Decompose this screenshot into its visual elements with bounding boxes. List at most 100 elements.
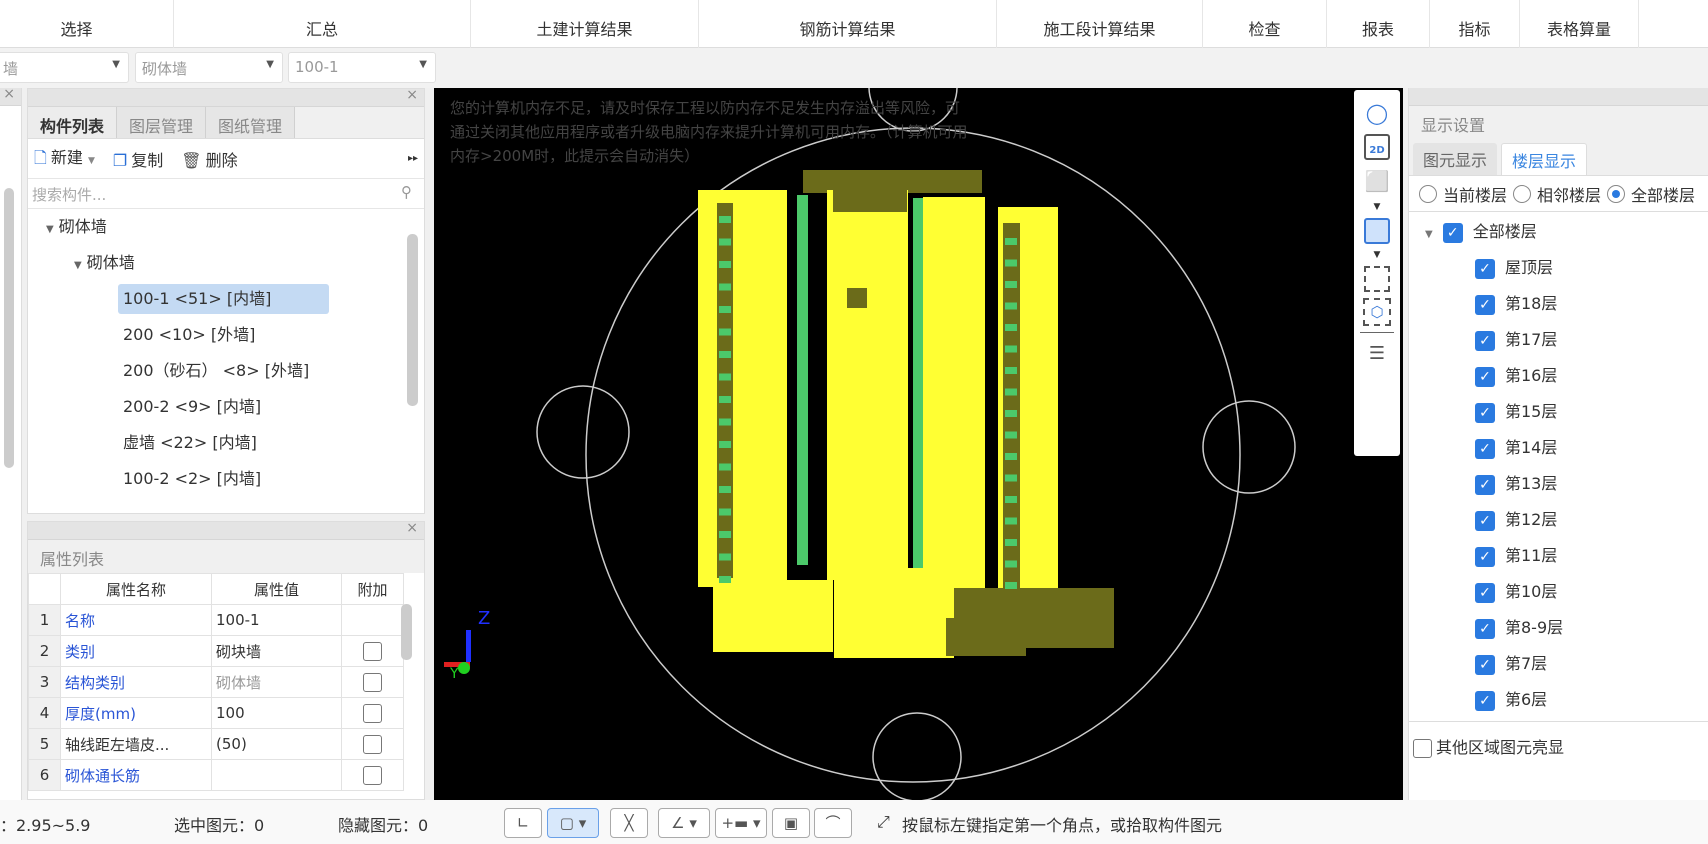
tab-drawing-management[interactable]: 图纸管理 (206, 107, 296, 138)
tab-element-display[interactable]: 图元显示 (1413, 143, 1498, 175)
tree-node-root[interactable]: ▼ 砌体墙 (28, 209, 424, 245)
caret-down-icon[interactable]: ▼ (74, 260, 82, 271)
tree-item[interactable]: 200（砂石） <8> [外墙] (28, 353, 424, 389)
floor-item[interactable]: ✓ 第6层 (1409, 682, 1708, 718)
component-dropdown[interactable]: 100-1 ▼ (288, 52, 436, 83)
chevron-down-icon[interactable]: ▼ (1374, 202, 1381, 212)
floor-root[interactable]: ▼ ✓ 全部楼层 (1409, 214, 1708, 250)
attach-checkbox[interactable] (363, 765, 382, 785)
ribbon-tab-select[interactable]: 选择 (0, 0, 174, 48)
snap-icon[interactable]: ▣ (772, 808, 810, 838)
floor-item[interactable]: ✓ 第15层 (1409, 394, 1708, 430)
3d-box-icon[interactable]: ⬜ (1362, 166, 1392, 196)
floor-item[interactable]: ✓ 第10层 (1409, 574, 1708, 610)
ribbon-tab-report[interactable]: 报表 (1327, 0, 1430, 48)
orbit-handle-bottom[interactable] (872, 712, 962, 800)
ribbon-tab-stage-results[interactable]: 施工段计算结果 (997, 0, 1203, 48)
floor-item[interactable]: ✓ 第13层 (1409, 466, 1708, 502)
orbit-handle-right[interactable] (1202, 400, 1296, 494)
checkbox-checked[interactable]: ✓ (1475, 582, 1495, 603)
display-list-icon[interactable]: ☰ (1362, 339, 1392, 369)
tab-component-list[interactable]: 构件列表 (28, 107, 118, 138)
caret-down-icon[interactable]: ▼ (46, 224, 54, 235)
checkbox-checked[interactable]: ✓ (1475, 690, 1495, 711)
chevron-down-icon[interactable]: ▼ (1374, 250, 1381, 260)
close-icon[interactable]: × (406, 87, 418, 103)
fit-view-icon[interactable] (1364, 266, 1390, 292)
checkbox-checked[interactable]: ✓ (1475, 510, 1495, 531)
checkbox-checked[interactable]: ✓ (1475, 654, 1495, 675)
checkbox-checked[interactable]: ✓ (1475, 258, 1495, 279)
floor-item[interactable]: ✓ 第14层 (1409, 430, 1708, 466)
checkbox-checked[interactable]: ✓ (1442, 222, 1463, 243)
checkbox-checked[interactable]: ✓ (1475, 546, 1495, 567)
arc-icon[interactable]: ⌒ (814, 808, 852, 838)
search-input[interactable]: 搜索构件... ⚲ (28, 179, 424, 209)
ribbon-tab-index[interactable]: 指标 (1430, 0, 1520, 48)
checkbox-checked[interactable]: ✓ (1475, 366, 1495, 387)
floor-item[interactable]: ✓ 第8-9层 (1409, 610, 1708, 646)
property-value[interactable]: 100 (211, 697, 342, 729)
ribbon-tab-check[interactable]: 检查 (1203, 0, 1327, 48)
close-icon[interactable]: × (406, 522, 418, 536)
delete-button[interactable]: 🗑 删除 (181, 147, 237, 171)
angle-icon[interactable]: ∠ ▾ (658, 808, 710, 838)
copy-button[interactable]: ❐ 复制 (113, 147, 163, 171)
floor-item[interactable]: ✓ 第12层 (1409, 502, 1708, 538)
checkbox-checked[interactable]: ✓ (1475, 294, 1495, 315)
type-dropdown[interactable]: 墙 ▼ (0, 52, 129, 83)
property-value[interactable]: 100-1 (211, 604, 342, 636)
ribbon-tab-summary[interactable]: 汇总 (174, 0, 471, 48)
checkbox-checked[interactable]: ✓ (1475, 618, 1495, 639)
property-value[interactable] (211, 759, 342, 791)
floor-item[interactable]: ✓ 屋顶层 (1409, 250, 1708, 286)
checkbox-checked[interactable]: ✓ (1475, 330, 1495, 351)
radio-all-floors[interactable] (1607, 184, 1626, 203)
scrollbar[interactable] (401, 604, 412, 660)
tree-item[interactable]: 虚墙 <22> [内墙] (28, 425, 424, 461)
model-canvas[interactable] (434, 88, 1403, 800)
highlight-other-option[interactable]: 其他区域图元亮显 (1409, 722, 1708, 758)
attach-checkbox[interactable] (363, 641, 382, 661)
attach-checkbox[interactable] (363, 672, 382, 692)
attach-checkbox[interactable] (363, 734, 382, 754)
checkbox-checked[interactable]: ✓ (1475, 438, 1495, 459)
floor-item[interactable]: ✓ 第17层 (1409, 322, 1708, 358)
ribbon-tab-rebar-results[interactable]: 钢筋计算结果 (699, 0, 997, 48)
3d-viewport[interactable]: 您的计算机内存不足，请及时保存工程以防内存不足发生内存溢出等风险，可通过关闭其他… (434, 88, 1403, 800)
property-value[interactable]: 砌块墙 (211, 635, 342, 667)
ribbon-tab-table-quantity[interactable]: 表格算量 (1520, 0, 1639, 48)
new-button[interactable]: 🗋 新建 ▼ (34, 144, 95, 174)
rectangle-select-icon[interactable]: ▢ ▾ (547, 808, 599, 838)
tree-item[interactable]: 200-2 <9> [内墙] (28, 389, 424, 425)
floor-item[interactable]: ✓ 第7层 (1409, 646, 1708, 682)
caret-down-icon[interactable]: ▼ (1425, 229, 1433, 240)
chevron-down-icon[interactable]: ▼ (88, 156, 95, 166)
scrollbar[interactable] (407, 234, 418, 406)
property-value[interactable]: (50) (211, 728, 342, 760)
category-dropdown[interactable]: 砌体墙 ▼ (135, 52, 283, 83)
tab-layer-management[interactable]: 图层管理 (117, 107, 207, 138)
search-icon[interactable]: ⚲ (401, 183, 412, 201)
more-icon[interactable]: ▸▸ (408, 153, 418, 164)
3d-solid-icon[interactable] (1364, 218, 1390, 244)
highlight-other-checkbox[interactable] (1413, 739, 1432, 758)
orbit-handle-left[interactable] (536, 385, 630, 479)
attach-checkbox[interactable] (363, 703, 382, 723)
tree-item[interactable]: 100-2 <2> [内墙] (28, 461, 424, 497)
close-icon[interactable]: × (3, 86, 15, 102)
checkbox-checked[interactable]: ✓ (1475, 474, 1495, 495)
tree-item[interactable]: 100-1 <51> [内墙] (28, 281, 424, 317)
cross-select-icon[interactable]: ╳ (610, 808, 648, 838)
tree-node-group[interactable]: ▼ 砌体墙 (28, 245, 424, 281)
orbit-icon[interactable]: ◯ (1362, 98, 1392, 128)
tree-item[interactable]: 200 <10> [外墙] (28, 317, 424, 353)
2d-view-icon[interactable]: 2D (1364, 134, 1390, 160)
ribbon-tab-civil-results[interactable]: 土建计算结果 (471, 0, 699, 48)
local-3d-icon[interactable]: ⬡ (1363, 298, 1391, 326)
radio-adjacent-floor[interactable] (1513, 184, 1532, 203)
ortho-icon[interactable]: ∟ (504, 808, 542, 838)
offset-icon[interactable]: +▬ ▾ (715, 808, 767, 838)
floor-item[interactable]: ✓ 第11层 (1409, 538, 1708, 574)
tab-floor-display[interactable]: 楼层显示 (1501, 143, 1588, 175)
